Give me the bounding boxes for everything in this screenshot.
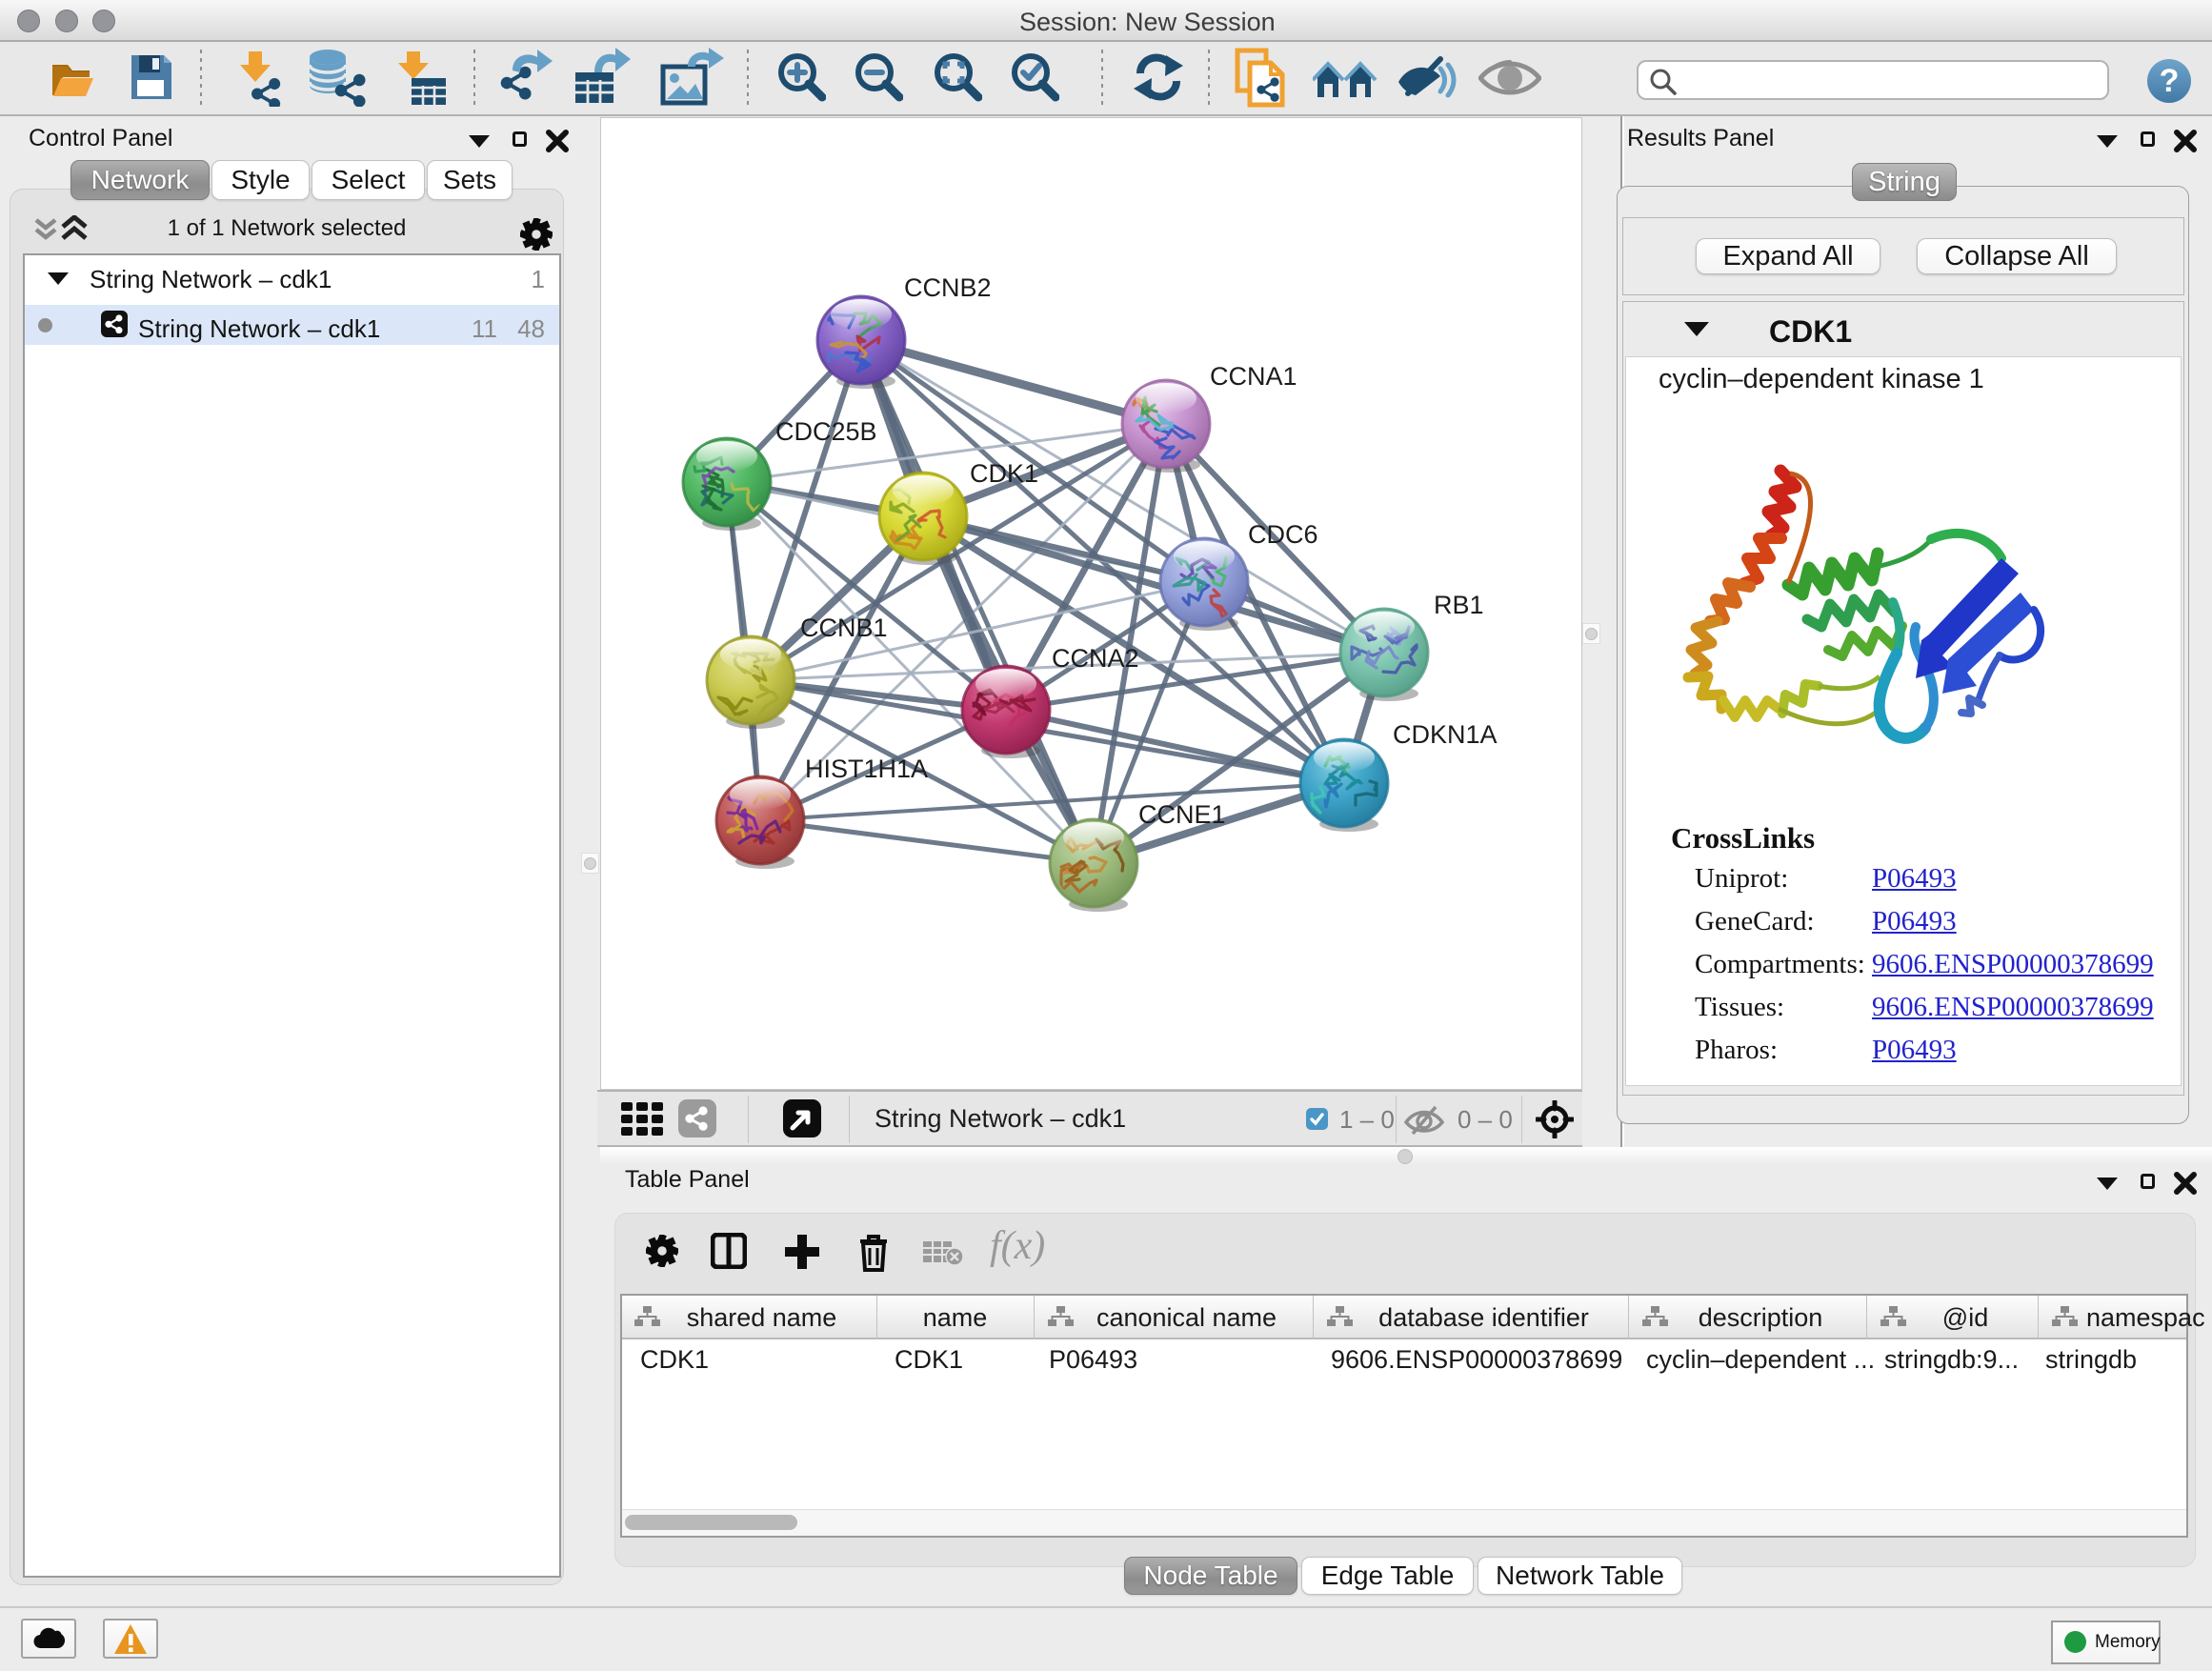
svg-text:CCNA1: CCNA1 <box>1210 362 1297 391</box>
svg-text:CDC25B: CDC25B <box>775 417 877 446</box>
svg-text:CDKN1A: CDKN1A <box>1393 720 1498 749</box>
svg-text:CCNB1: CCNB1 <box>800 614 888 642</box>
svg-text:CCNB2: CCNB2 <box>904 273 992 302</box>
svg-text:HIST1H1A: HIST1H1A <box>805 755 928 783</box>
svg-text:CDK1: CDK1 <box>970 459 1038 488</box>
svg-text:CCNE1: CCNE1 <box>1138 800 1226 829</box>
svg-text:CDC6: CDC6 <box>1248 520 1318 549</box>
svg-text:CCNA2: CCNA2 <box>1052 644 1139 673</box>
svg-text:RB1: RB1 <box>1434 591 1484 619</box>
